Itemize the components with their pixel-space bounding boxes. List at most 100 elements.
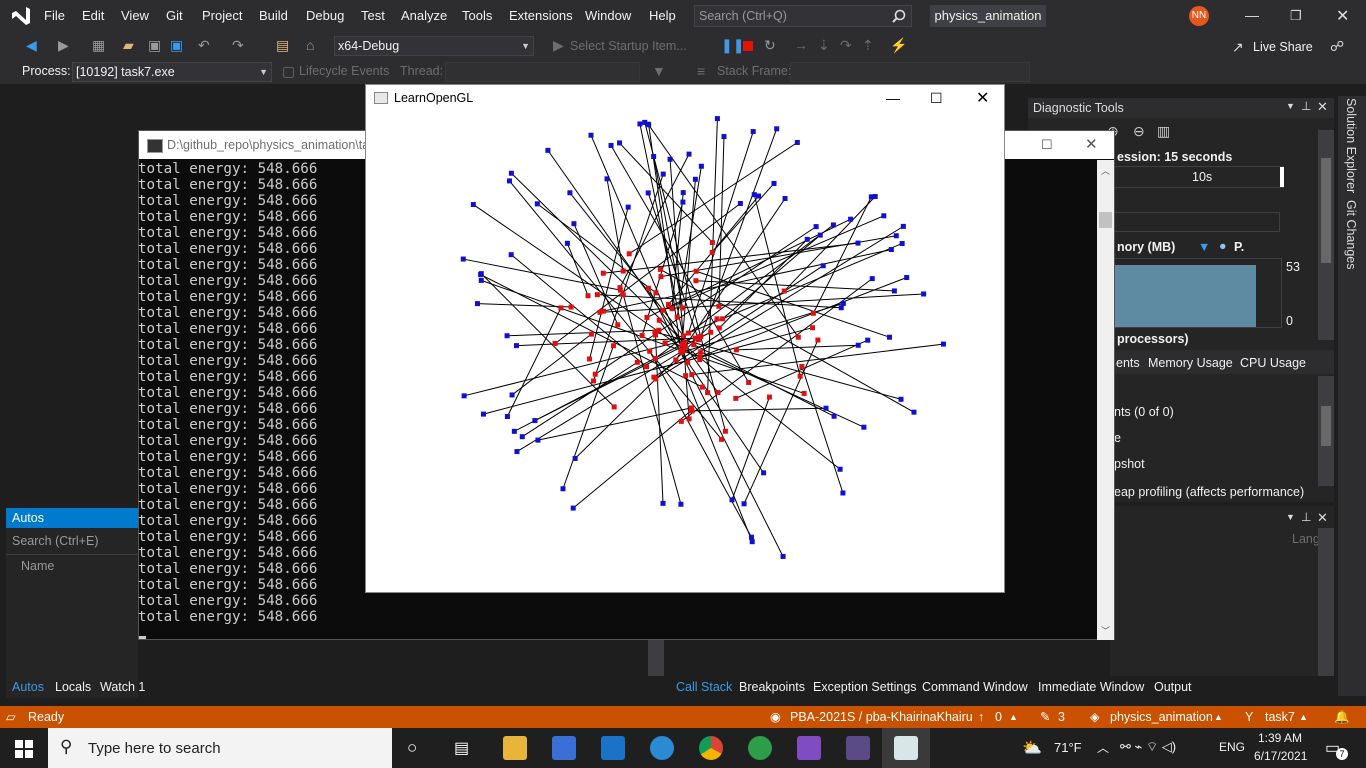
tab-locals[interactable]: Locals	[55, 680, 91, 694]
autos-column-name[interactable]: Name	[6, 554, 138, 576]
menu-analyze[interactable]: Analyze	[401, 8, 447, 23]
menu-build[interactable]: Build	[259, 8, 288, 23]
opengl-title-bar[interactable]: LearnOpenGL — ☐ ✕	[366, 85, 1004, 112]
menu-help[interactable]: Help	[649, 8, 676, 23]
home-icon[interactable]: ⌂	[306, 37, 314, 53]
search-input[interactable]: Search (Ctrl+Q)	[694, 5, 912, 27]
forward-icon[interactable]: ▶	[58, 37, 69, 54]
step-into-icon[interactable]: ⇣	[818, 37, 830, 54]
live-share-icon[interactable]: ↗	[1232, 39, 1244, 56]
feedback-icon[interactable]: ☍	[1330, 38, 1344, 55]
lifecycle-events-button[interactable]: Lifecycle Events	[299, 64, 389, 78]
chrome-icon[interactable]	[699, 736, 723, 760]
close-icon[interactable]: ✕	[1336, 6, 1349, 26]
console-maximize-icon[interactable]: ☐	[1041, 131, 1053, 159]
heap-profiling-checkbox[interactable]: eap profiling (affects performance)	[1114, 485, 1304, 499]
step-over-icon[interactable]: ↷	[840, 37, 852, 54]
clock-date[interactable]: 6/17/2021	[1254, 749, 1307, 763]
redo-icon[interactable]: ↷	[232, 37, 244, 54]
events-scrollbar[interactable]	[1318, 376, 1334, 486]
minimize-icon[interactable]: —	[1245, 7, 1259, 23]
autos-search-input[interactable]: Search (Ctrl+E)	[6, 531, 138, 551]
back-icon[interactable]: ◀	[26, 37, 37, 54]
opengl-task-icon[interactable]	[894, 736, 918, 760]
save-all-icon[interactable]: ▣	[170, 37, 183, 54]
store-icon[interactable]	[552, 736, 576, 760]
menu-tools[interactable]: Tools	[462, 8, 492, 23]
edit-count[interactable]: 3	[1058, 706, 1065, 728]
restore-icon[interactable]: ❐	[1290, 8, 1302, 24]
mail-icon[interactable]	[601, 736, 625, 760]
tab-autos[interactable]: Autos	[12, 680, 44, 694]
file-explorer-icon[interactable]	[503, 736, 527, 760]
open-folder-icon[interactable]: ▰	[123, 37, 134, 54]
pin-icon[interactable]: ⊥	[1301, 510, 1311, 524]
configuration-select[interactable]: x64-Debug ▼	[334, 36, 534, 56]
menu-edit[interactable]: Edit	[82, 8, 104, 23]
network-app-icon[interactable]	[650, 736, 674, 760]
branch-name[interactable]: task7	[1265, 706, 1295, 728]
tab-exception-settings[interactable]: Exception Settings	[813, 680, 917, 694]
thread-select[interactable]	[445, 62, 640, 82]
language-indicator[interactable]: ENG	[1219, 740, 1245, 754]
tab-command-window[interactable]: Command Window	[922, 680, 1028, 694]
terminal-icon[interactable]	[846, 736, 870, 760]
events-scroll-thumb[interactable]	[1321, 406, 1331, 446]
stop-icon[interactable]	[743, 41, 753, 51]
menu-file[interactable]: File	[44, 8, 65, 23]
console-close-icon[interactable]: ✕	[1085, 131, 1098, 159]
diagnostic-scrollbar[interactable]	[1318, 130, 1334, 340]
chevron-up-icon[interactable]: ︿	[1097, 739, 1109, 756]
windows-start-icon[interactable]	[15, 740, 33, 758]
close-pane-icon[interactable]: ✕	[1317, 510, 1328, 526]
stack-frame-select[interactable]	[790, 62, 1030, 82]
clock-time[interactable]: 1:39 AM	[1258, 731, 1302, 745]
weather-icon[interactable]: ⛅	[1022, 738, 1042, 758]
push-count[interactable]: 0	[995, 706, 1002, 728]
menu-debug[interactable]: Debug	[306, 8, 344, 23]
pause-icon[interactable]: ❚❚	[721, 37, 744, 54]
step-out-icon[interactable]: ⇡	[862, 37, 874, 54]
menu-project[interactable]: Project	[202, 8, 242, 23]
find-in-files-icon[interactable]: ▤	[276, 37, 289, 54]
repo-name[interactable]: PBA-2021S / pba-KhairinaKhairu	[790, 706, 973, 728]
tab-breakpoints[interactable]: Breakpoints	[739, 680, 805, 694]
menu-git[interactable]: Git	[166, 8, 183, 23]
close-pane-icon[interactable]: ✕	[1317, 99, 1328, 115]
globe-app-icon[interactable]	[748, 736, 772, 760]
save-icon[interactable]: ▣	[148, 37, 161, 54]
chart-icon[interactable]: ▥	[1157, 123, 1170, 140]
opengl-close-icon[interactable]: ✕	[976, 85, 989, 112]
pane-dropdown-icon[interactable]: ▼	[1286, 512, 1295, 522]
tab-memory-usage[interactable]: Memory Usage	[1148, 356, 1233, 370]
console-scroll-thumb[interactable]	[1099, 212, 1112, 228]
hot-reload-icon[interactable]: ⚡	[890, 37, 907, 54]
tab-events[interactable]: ents	[1116, 356, 1140, 370]
undo-icon[interactable]: ↶	[198, 37, 210, 54]
menu-test[interactable]: Test	[361, 8, 385, 23]
menu-window[interactable]: Window	[585, 8, 631, 23]
start-icon[interactable]: ▶	[553, 37, 564, 54]
menu-view[interactable]: View	[121, 8, 149, 23]
user-avatar[interactable]: NN	[1189, 6, 1209, 26]
zoom-out-icon[interactable]: ⊖	[1133, 123, 1145, 140]
solution-explorer-tab[interactable]: Solution Explorer	[1344, 98, 1358, 193]
taskbar-search-input[interactable]: ⚲ Type here to search	[48, 728, 392, 768]
live-share-button[interactable]: Live Share	[1253, 40, 1313, 54]
show-next-statement-icon[interactable]: →	[794, 37, 808, 53]
new-project-icon[interactable]: ▦	[92, 37, 105, 54]
task-view-icon[interactable]: ▤	[454, 738, 469, 758]
scroll-up-icon[interactable]: ︿	[1101, 164, 1110, 177]
autos-scrollbar[interactable]	[648, 636, 664, 676]
restart-icon[interactable]: ↻	[764, 37, 776, 54]
git-changes-tab[interactable]: Git Changes	[1344, 200, 1358, 269]
call-stack-scrollbar[interactable]	[1318, 528, 1334, 676]
tray-icons[interactable]: ⚯ ⌁ ⌔ ◁)	[1120, 739, 1176, 755]
scroll-down-icon[interactable]: ﹀	[1101, 624, 1110, 637]
tab-immediate-window[interactable]: Immediate Window	[1038, 680, 1144, 694]
pin-icon[interactable]: ⊥	[1301, 99, 1311, 113]
visual-studio-logo-icon[interactable]	[10, 6, 32, 26]
cortana-icon[interactable]: ○	[407, 738, 417, 758]
opengl-maximize-icon[interactable]: ☐	[930, 85, 943, 112]
process-select[interactable]: [10192] task7.exe ▼	[72, 62, 272, 82]
